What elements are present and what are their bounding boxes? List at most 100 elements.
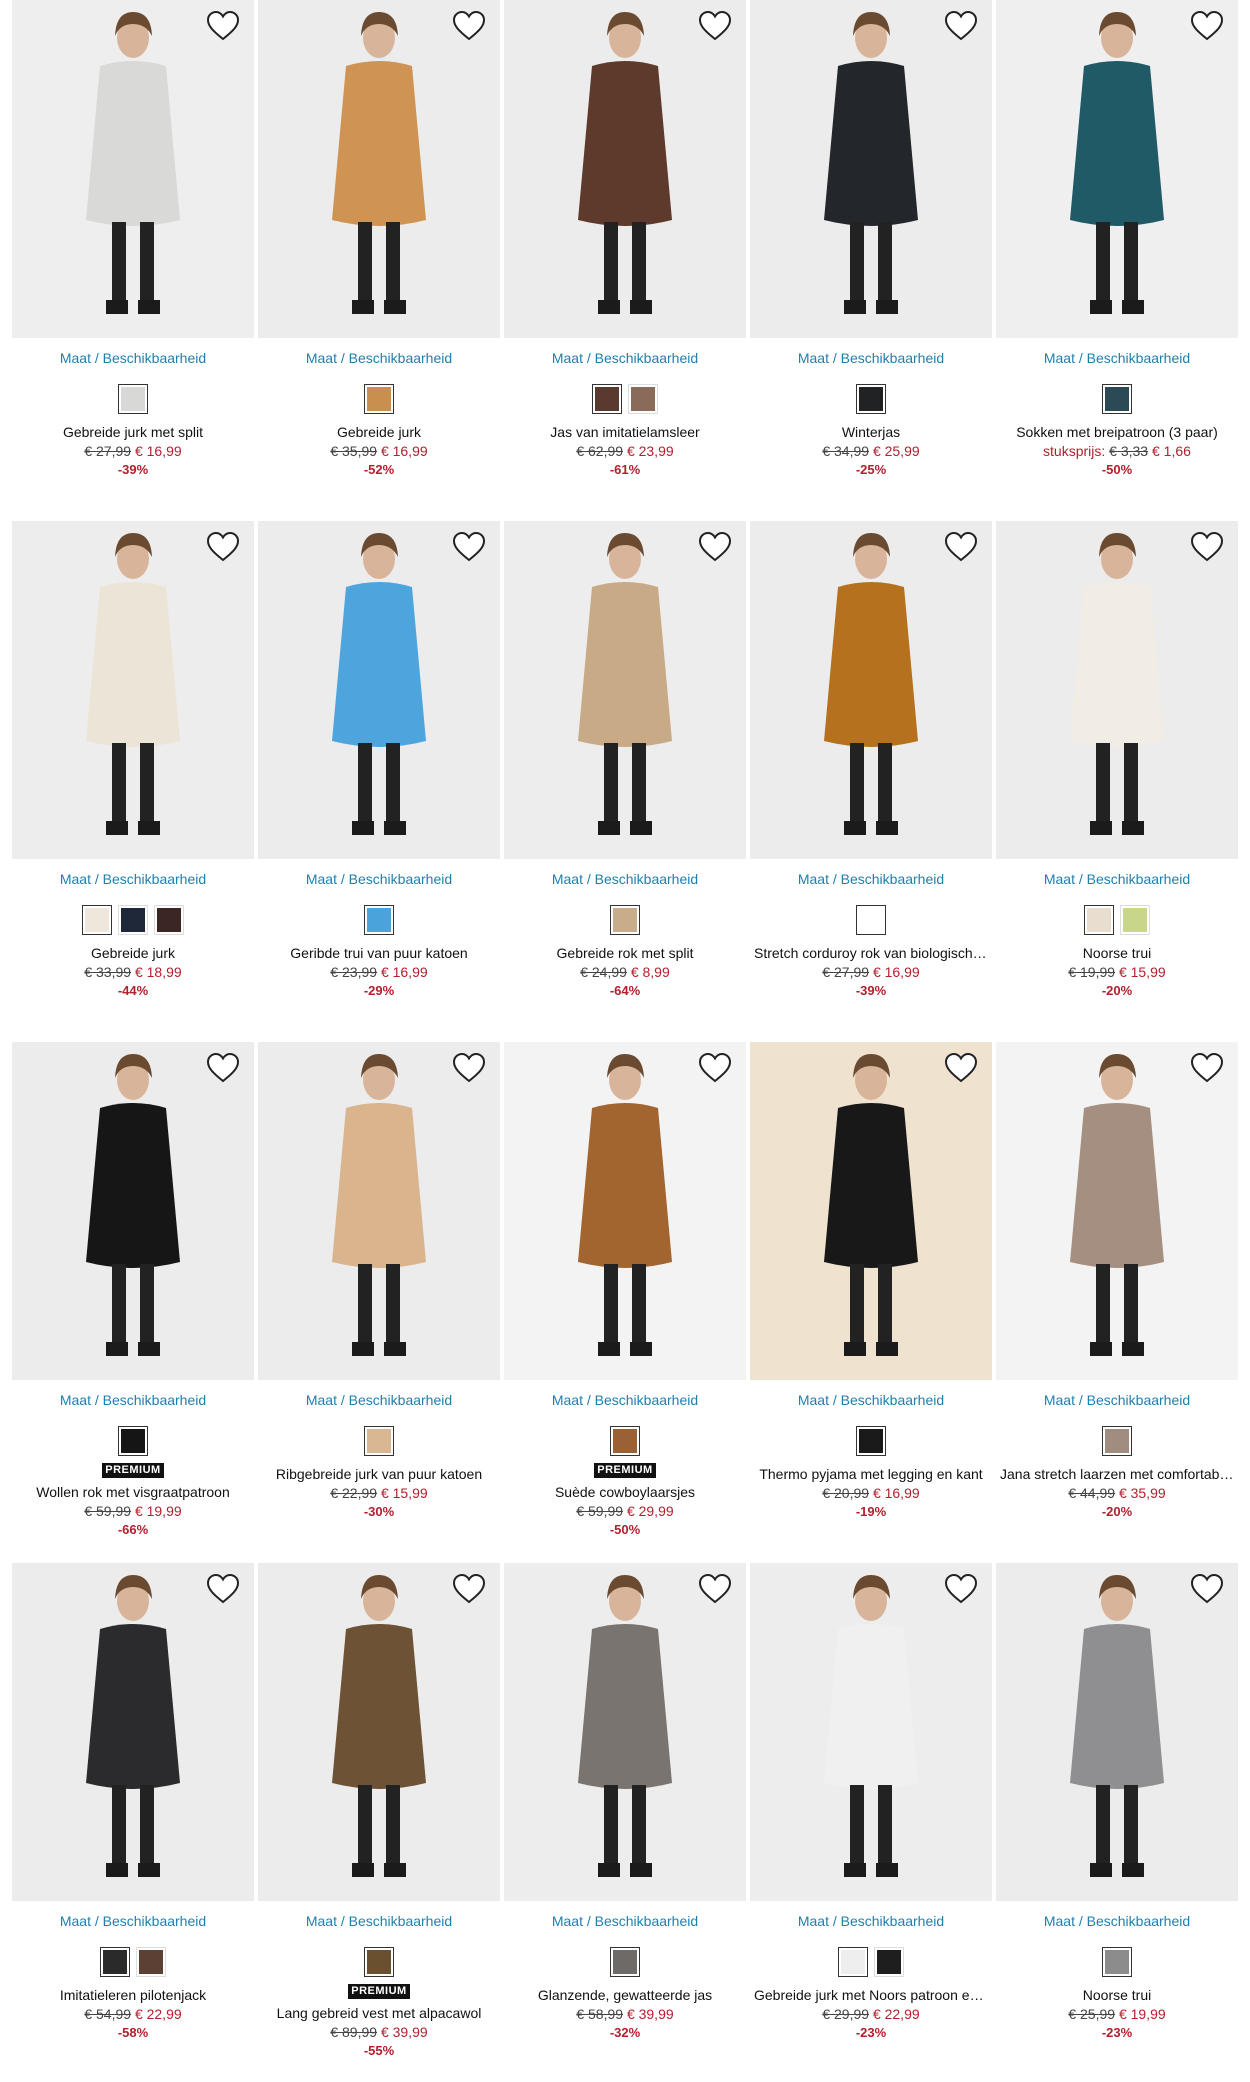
color-swatch[interactable] — [628, 384, 658, 414]
color-swatch[interactable] — [364, 1947, 394, 1977]
product-name[interactable]: Imitatieleren pilotenjack — [12, 1987, 254, 2003]
color-swatch[interactable] — [364, 384, 394, 414]
favorite-heart-icon[interactable] — [698, 10, 732, 42]
product-card-16[interactable]: Maat / Beschikbaarheid Imitatieleren pil… — [12, 1563, 254, 2082]
product-card-8[interactable]: Maat / Beschikbaarheid Gebreide rok met … — [504, 521, 746, 1042]
size-availability-link[interactable]: Maat / Beschikbaarheid — [504, 1913, 746, 1931]
favorite-heart-icon[interactable] — [452, 1573, 486, 1605]
product-image[interactable] — [12, 1042, 254, 1380]
product-image[interactable] — [504, 521, 746, 859]
size-availability-link[interactable]: Maat / Beschikbaarheid — [258, 871, 500, 889]
product-image[interactable] — [750, 1042, 992, 1380]
product-name[interactable]: Gebreide jurk — [12, 945, 254, 961]
favorite-heart-icon[interactable] — [452, 1052, 486, 1084]
product-name[interactable]: Thermo pyjama met legging en kant — [750, 1466, 992, 1482]
product-image[interactable] — [504, 1042, 746, 1380]
color-swatch[interactable] — [364, 1426, 394, 1456]
favorite-heart-icon[interactable] — [452, 531, 486, 563]
product-name[interactable]: Gebreide rok met split — [504, 945, 746, 961]
color-swatch[interactable] — [610, 905, 640, 935]
product-card-20[interactable]: Maat / Beschikbaarheid Noorse trui € 25,… — [996, 1563, 1238, 2082]
color-swatch[interactable] — [82, 905, 112, 935]
color-swatch[interactable] — [118, 1426, 148, 1456]
product-image[interactable] — [750, 1563, 992, 1901]
color-swatch[interactable] — [1102, 1947, 1132, 1977]
color-swatch[interactable] — [1102, 384, 1132, 414]
product-card-12[interactable]: Maat / Beschikbaarheid Ribgebreide jurk … — [258, 1042, 500, 1563]
color-swatch[interactable] — [856, 384, 886, 414]
product-image[interactable] — [258, 1563, 500, 1901]
product-name[interactable]: Sokken met breipatroon (3 paar) — [996, 424, 1238, 440]
product-card-18[interactable]: Maat / Beschikbaarheid Glanzende, gewatt… — [504, 1563, 746, 2082]
product-image[interactable] — [12, 521, 254, 859]
size-availability-link[interactable]: Maat / Beschikbaarheid — [258, 1392, 500, 1410]
size-availability-link[interactable]: Maat / Beschikbaarheid — [12, 1913, 254, 1931]
product-card-14[interactable]: Maat / Beschikbaarheid Thermo pyjama met… — [750, 1042, 992, 1563]
size-availability-link[interactable]: Maat / Beschikbaarheid — [996, 350, 1238, 368]
color-swatch[interactable] — [838, 1947, 868, 1977]
product-card-13[interactable]: Maat / Beschikbaarheid PREMIUM Suède cow… — [504, 1042, 746, 1563]
product-name[interactable]: Suède cowboylaarsjes — [504, 1484, 746, 1500]
product-image[interactable] — [996, 0, 1238, 338]
color-swatch[interactable] — [610, 1426, 640, 1456]
product-name[interactable]: Gebreide jurk met split — [12, 424, 254, 440]
color-swatch[interactable] — [118, 384, 148, 414]
size-availability-link[interactable]: Maat / Beschikbaarheid — [258, 1913, 500, 1931]
color-swatch[interactable] — [136, 1947, 166, 1977]
product-image[interactable] — [750, 521, 992, 859]
favorite-heart-icon[interactable] — [206, 1573, 240, 1605]
product-name[interactable]: Stretch corduroy rok van biologisch kato… — [750, 945, 992, 961]
product-name[interactable]: Ribgebreide jurk van puur katoen — [258, 1466, 500, 1482]
size-availability-link[interactable]: Maat / Beschikbaarheid — [750, 1913, 992, 1931]
favorite-heart-icon[interactable] — [944, 1052, 978, 1084]
color-swatch[interactable] — [154, 905, 184, 935]
size-availability-link[interactable]: Maat / Beschikbaarheid — [750, 1392, 992, 1410]
product-name[interactable]: Geribde trui van puur katoen — [258, 945, 500, 961]
product-name[interactable]: Noorse trui — [996, 945, 1238, 961]
product-image[interactable] — [504, 0, 746, 338]
product-card-4[interactable]: Maat / Beschikbaarheid Winterjas € 34,99… — [750, 0, 992, 521]
product-name[interactable]: Jas van imitatielamsleer — [504, 424, 746, 440]
product-image[interactable] — [504, 1563, 746, 1901]
size-availability-link[interactable]: Maat / Beschikbaarheid — [504, 350, 746, 368]
product-name[interactable]: Glanzende, gewatteerde jas — [504, 1987, 746, 2003]
product-image[interactable] — [12, 0, 254, 338]
product-card-17[interactable]: Maat / Beschikbaarheid PREMIUM Lang gebr… — [258, 1563, 500, 2082]
favorite-heart-icon[interactable] — [698, 1573, 732, 1605]
color-swatch[interactable] — [592, 384, 622, 414]
favorite-heart-icon[interactable] — [1190, 1052, 1224, 1084]
size-availability-link[interactable]: Maat / Beschikbaarheid — [12, 871, 254, 889]
size-availability-link[interactable]: Maat / Beschikbaarheid — [996, 871, 1238, 889]
product-card-11[interactable]: Maat / Beschikbaarheid PREMIUM Wollen ro… — [12, 1042, 254, 1563]
favorite-heart-icon[interactable] — [944, 10, 978, 42]
product-image[interactable] — [750, 0, 992, 338]
favorite-heart-icon[interactable] — [206, 531, 240, 563]
favorite-heart-icon[interactable] — [1190, 531, 1224, 563]
product-card-15[interactable]: Maat / Beschikbaarheid Jana stretch laar… — [996, 1042, 1238, 1563]
color-swatch[interactable] — [856, 905, 886, 935]
product-name[interactable]: Winterjas — [750, 424, 992, 440]
product-card-19[interactable]: Maat / Beschikbaarheid Gebreide jurk met… — [750, 1563, 992, 2082]
color-swatch[interactable] — [1102, 1426, 1132, 1456]
favorite-heart-icon[interactable] — [206, 10, 240, 42]
favorite-heart-icon[interactable] — [206, 1052, 240, 1084]
product-card-6[interactable]: Maat / Beschikbaarheid Gebreide jurk € 3… — [12, 521, 254, 1042]
product-image[interactable] — [258, 1042, 500, 1380]
favorite-heart-icon[interactable] — [698, 1052, 732, 1084]
color-swatch[interactable] — [100, 1947, 130, 1977]
product-card-5[interactable]: Maat / Beschikbaarheid Sokken met breipa… — [996, 0, 1238, 521]
size-availability-link[interactable]: Maat / Beschikbaarheid — [504, 871, 746, 889]
size-availability-link[interactable]: Maat / Beschikbaarheid — [504, 1392, 746, 1410]
size-availability-link[interactable]: Maat / Beschikbaarheid — [258, 350, 500, 368]
color-swatch[interactable] — [874, 1947, 904, 1977]
product-image[interactable] — [996, 521, 1238, 859]
size-availability-link[interactable]: Maat / Beschikbaarheid — [750, 350, 992, 368]
product-name[interactable]: Jana stretch laarzen met comfortabele ha… — [996, 1466, 1238, 1482]
product-card-3[interactable]: Maat / Beschikbaarheid Jas van imitatiel… — [504, 0, 746, 521]
product-card-9[interactable]: Maat / Beschikbaarheid Stretch corduroy … — [750, 521, 992, 1042]
favorite-heart-icon[interactable] — [452, 10, 486, 42]
favorite-heart-icon[interactable] — [944, 1573, 978, 1605]
product-image[interactable] — [996, 1042, 1238, 1380]
color-swatch[interactable] — [1120, 905, 1150, 935]
size-availability-link[interactable]: Maat / Beschikbaarheid — [996, 1392, 1238, 1410]
